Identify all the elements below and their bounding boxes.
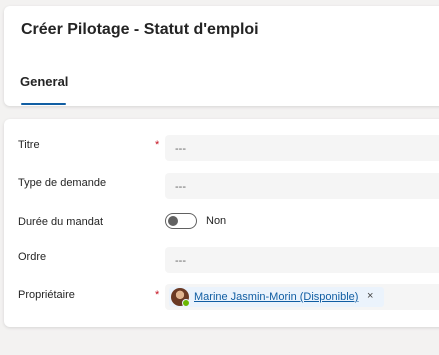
remove-owner-icon[interactable]: × xyxy=(367,290,373,302)
proprietaire-lookup[interactable]: Marine Jasmin-Morin (Disponible) × xyxy=(165,284,439,310)
ordre-input[interactable]: --- xyxy=(165,247,439,273)
required-marker: * xyxy=(155,139,160,151)
owner-name-link[interactable]: Marine Jasmin-Morin (Disponible) xyxy=(194,291,358,303)
toggle-knob xyxy=(168,216,178,226)
presence-available-icon xyxy=(182,299,190,307)
duree-du-mandat-toggle[interactable] xyxy=(165,213,197,229)
duree-du-mandat-label: Durée du mandat xyxy=(18,216,103,228)
header-card: Créer Pilotage - Statut d'emploi General xyxy=(4,6,439,106)
type-de-demande-label: Type de demande xyxy=(18,177,107,189)
owner-tag[interactable]: Marine Jasmin-Morin (Disponible) × xyxy=(169,287,384,307)
tab-general[interactable]: General xyxy=(20,74,68,89)
type-de-demande-select[interactable]: --- xyxy=(165,173,439,199)
proprietaire-label: Propriétaire xyxy=(18,289,75,301)
form-card: Titre * --- Type de demande --- Durée du… xyxy=(4,119,439,327)
titre-label: Titre xyxy=(18,139,40,151)
ordre-label: Ordre xyxy=(18,251,47,263)
toggle-state-label: Non xyxy=(206,215,227,227)
titre-input[interactable]: --- xyxy=(165,135,439,161)
page-title: Créer Pilotage - Statut d'emploi xyxy=(21,21,259,38)
required-marker: * xyxy=(155,289,160,301)
tab-selected-indicator xyxy=(21,103,66,105)
